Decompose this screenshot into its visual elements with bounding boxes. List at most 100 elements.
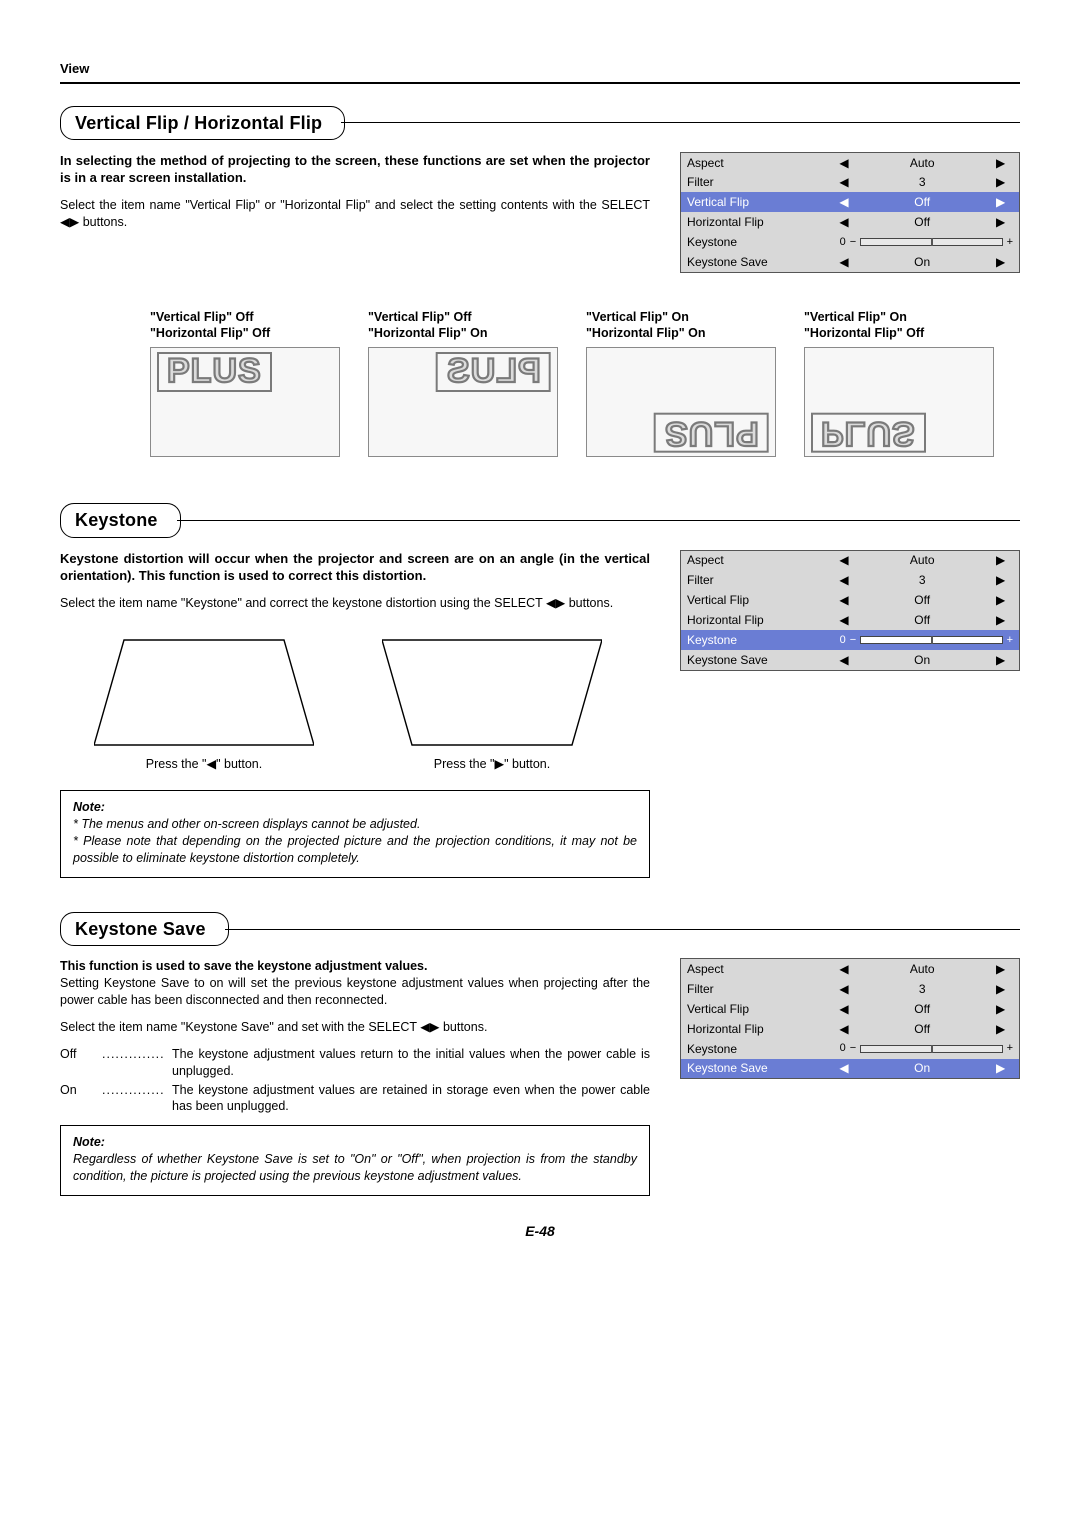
osd-row-label: Keystone Save [681, 1059, 826, 1079]
minus-icon: − [850, 633, 856, 648]
flip-example-box: PLUS [150, 347, 340, 457]
section-keystone-title: Keystone [60, 503, 1020, 537]
plus-logo: PLUS [654, 413, 769, 453]
plus-logo: PLUS [436, 352, 551, 392]
flip-example-label: "Vertical Flip" On"Horizontal Flip" Off [804, 309, 994, 342]
osd-row-label: Horizontal Flip [681, 212, 826, 232]
osd-row: Keystone Save◀On▶ [681, 252, 1020, 272]
plus-icon: + [1007, 633, 1013, 648]
right-arrow-icon: ▶ [982, 172, 1019, 192]
left-arrow-icon: ◀ [826, 172, 862, 192]
keystone-body-a: Select the item name "Keystone" and corr… [60, 596, 546, 610]
osd-row: Aspect◀Auto▶ [681, 550, 1020, 570]
plus-logo: PLUS [811, 413, 926, 453]
osd-slider-cell: 0− + [826, 1039, 1020, 1059]
flip-body-a: Select the item name "Vertical Flip" or … [60, 198, 650, 212]
ksave-note-box: Note: Regardless of whether Keystone Sav… [60, 1125, 650, 1196]
keystone-intro: Keystone distortion will occur when the … [60, 550, 650, 585]
osd-menu-keystone-save: Aspect◀Auto▶Filter◀3▶Vertical Flip◀Off▶H… [680, 958, 1020, 1079]
kd-left-cap-a: Press the " [146, 757, 207, 771]
ksave-body-a: Select the item name "Keystone Save" and… [60, 1020, 420, 1034]
osd-row: Vertical Flip◀Off▶ [681, 590, 1020, 610]
osd-slider-value: 0 [832, 633, 846, 648]
osd-row-value: Off [862, 999, 982, 1019]
page-section-label: View [60, 60, 1020, 78]
right-arrow-icon: ▶ [982, 650, 1019, 670]
select-lr-icon: ◀▶ [546, 596, 565, 610]
osd-row-value: On [862, 650, 982, 670]
note-item: * Please note that depending on the proj… [73, 833, 637, 867]
flip-example-box: PLUS [804, 347, 994, 457]
minus-icon: − [850, 1041, 856, 1056]
section-keystone-rule [177, 520, 1020, 521]
left-arrow-icon: ◀ [826, 610, 862, 630]
flip-example-label: "Vertical Flip" On"Horizontal Flip" On [586, 309, 776, 342]
def-row: Off..............The keystone adjustment… [60, 1046, 650, 1080]
osd-row-label: Keystone [681, 630, 826, 650]
osd-slider-bar [860, 238, 1002, 246]
osd-row-label: Filter [681, 570, 826, 590]
osd-row-value: Auto [862, 152, 982, 172]
right-arrow-icon: ▶ [982, 152, 1019, 172]
section-keystone-save-pill: Keystone Save [60, 912, 229, 946]
flip-body-b: buttons. [79, 215, 127, 229]
left-arrow-icon: ◀ [826, 590, 862, 610]
osd-row-label: Aspect [681, 152, 826, 172]
osd-row: Aspect◀Auto▶ [681, 959, 1020, 979]
left-arrow-icon: ◀ [826, 650, 862, 670]
right-arrow-icon: ▶ [494, 757, 504, 771]
osd-row-label: Keystone [681, 232, 826, 252]
osd-row: Keystone Save◀On▶ [681, 1059, 1020, 1079]
flip-example: "Vertical Flip" Off"Horizontal Flip" OnP… [368, 309, 558, 458]
osd-row-value: Off [862, 610, 982, 630]
osd-row-label: Vertical Flip [681, 999, 826, 1019]
osd-row-label: Aspect [681, 959, 826, 979]
left-arrow-icon: ◀ [826, 192, 862, 212]
osd-row: Vertical Flip◀Off▶ [681, 192, 1020, 212]
select-lr-icon: ◀▶ [60, 215, 79, 229]
osd-row: Keystone 0− + [681, 1039, 1020, 1059]
osd-row-value: 3 [862, 172, 982, 192]
section-keystone-save-rule [225, 929, 1020, 930]
ksave-para: Setting Keystone Save to on will set the… [60, 976, 650, 1007]
trapezoid-right-icon [382, 630, 602, 750]
keystone-note-heading: Note: [73, 799, 637, 816]
def-dots: .............. [102, 1046, 172, 1080]
ksave-body-b: buttons. [439, 1020, 487, 1034]
osd-slider-cell: 0− + [826, 630, 1020, 650]
flip-example: "Vertical Flip" On"Horizontal Flip" Off P… [804, 309, 994, 458]
osd-slider-bar [860, 636, 1002, 644]
osd-menu-keystone: Aspect◀Auto▶Filter◀3▶Vertical Flip◀Off▶H… [680, 550, 1020, 671]
plus-icon: + [1007, 1041, 1013, 1056]
right-arrow-icon: ▶ [982, 1059, 1019, 1079]
osd-row-value: Off [862, 212, 982, 232]
osd-row-label: Keystone [681, 1039, 826, 1059]
kd-left-cap-b: " button. [216, 757, 262, 771]
osd-row: Keystone Save◀On▶ [681, 650, 1020, 670]
ksave-body: Select the item name "Keystone Save" and… [60, 1019, 650, 1036]
left-arrow-icon: ◀ [826, 959, 862, 979]
osd-row-value: On [862, 1059, 982, 1079]
left-arrow-icon: ◀ [826, 212, 862, 232]
def-text: The keystone adjustment values are retai… [172, 1082, 650, 1116]
right-arrow-icon: ▶ [982, 1019, 1019, 1039]
osd-menu-flip: Aspect◀Auto▶Filter◀3▶Vertical Flip◀Off▶H… [680, 152, 1020, 273]
section-flip-rule [341, 122, 1020, 123]
osd-row: Vertical Flip◀Off▶ [681, 999, 1020, 1019]
ksave-intro: This function is used to save the keysto… [60, 959, 427, 973]
left-arrow-icon: ◀ [826, 1059, 862, 1079]
osd-row: Aspect◀Auto▶ [681, 152, 1020, 172]
right-arrow-icon: ▶ [982, 212, 1019, 232]
osd-row-value: On [862, 252, 982, 272]
osd-row-value: Auto [862, 959, 982, 979]
osd-row: Horizontal Flip◀Off▶ [681, 1019, 1020, 1039]
osd-slider-value: 0 [832, 1041, 846, 1056]
right-arrow-icon: ▶ [982, 192, 1019, 212]
osd-row-value: 3 [862, 570, 982, 590]
section-flip-title: Vertical Flip / Horizontal Flip [60, 106, 1020, 140]
osd-row-label: Keystone Save [681, 252, 826, 272]
plus-icon: + [1007, 235, 1013, 250]
right-arrow-icon: ▶ [982, 550, 1019, 570]
osd-row-value: Off [862, 590, 982, 610]
flip-example: "Vertical Flip" On"Horizontal Flip" On PL… [586, 309, 776, 458]
